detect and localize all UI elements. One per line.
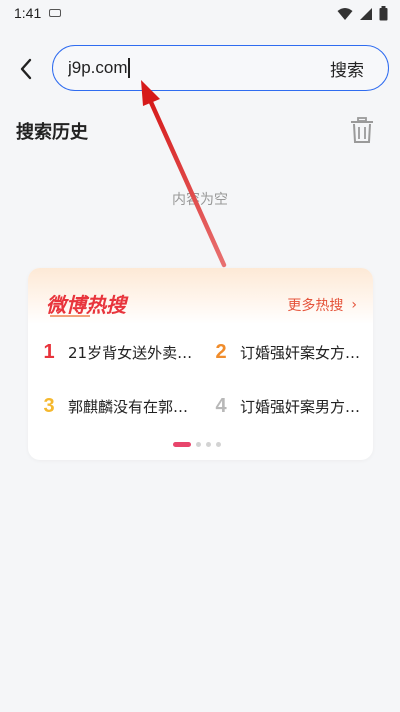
hot-title: 订婚强奸案女方未…: [240, 343, 368, 362]
status-bar: 1:41: [0, 0, 400, 26]
notification-icon: [49, 9, 62, 17]
hot-card-header: 微博热搜 更多热搜 ›: [28, 268, 373, 324]
hot-search-list: 1 21岁背女送外卖的… 2 订婚强奸案女方未… 3 郭麒麟没有在郭德… 4 订…: [28, 340, 373, 418]
search-input[interactable]: [68, 53, 298, 83]
hot-search-item[interactable]: 2 订婚强奸案女方未…: [200, 340, 373, 364]
weibo-hot-logo: 微博热搜: [46, 293, 129, 317]
page-dot-active: [173, 442, 191, 447]
page-dot: [196, 442, 201, 447]
search-history-title: 搜索历史: [16, 122, 88, 143]
status-time: 1:41: [14, 5, 42, 21]
more-hot-search-label: 更多热搜: [287, 298, 344, 314]
history-empty-text: 内容为空: [172, 192, 228, 208]
text-cursor: [128, 58, 130, 78]
hot-rank: 3: [43, 394, 55, 417]
hot-rank: 4: [215, 394, 227, 417]
hot-title: 郭麒麟没有在郭德…: [68, 397, 196, 416]
status-icons: [337, 6, 388, 21]
chevron-left-icon: [20, 58, 32, 80]
hot-rank: 1: [43, 340, 55, 363]
weibo-hot-card: 微博热搜 更多热搜 › 1 21岁背女送外卖的… 2 订婚强奸案女方未… 3 郭…: [28, 268, 373, 460]
delete-history-button[interactable]: [348, 116, 376, 144]
search-box[interactable]: 搜索: [52, 45, 389, 91]
hot-search-item[interactable]: 4 订婚强奸案男方曾…: [200, 394, 373, 418]
hot-title: 订婚强奸案男方曾…: [240, 397, 368, 416]
more-hot-search-link[interactable]: 更多热搜 ›: [287, 295, 357, 315]
weibo-hot-logo-text: 微博热搜: [46, 293, 129, 317]
page-dot: [206, 442, 211, 447]
trash-icon: [351, 117, 373, 143]
page-indicator: [173, 442, 221, 447]
hot-search-item[interactable]: 1 21岁背女送外卖的…: [28, 340, 200, 364]
wifi-icon: [337, 7, 353, 20]
chevron-right-icon: ›: [351, 297, 357, 313]
search-button[interactable]: 搜索: [330, 56, 364, 81]
battery-icon: [379, 6, 388, 21]
hot-search-item[interactable]: 3 郭麒麟没有在郭德…: [28, 394, 200, 418]
hot-title: 21岁背女送外卖的…: [68, 343, 196, 362]
signal-icon: [360, 7, 372, 20]
hot-rank: 2: [215, 340, 227, 363]
page-dot: [216, 442, 221, 447]
back-button[interactable]: [12, 53, 40, 85]
